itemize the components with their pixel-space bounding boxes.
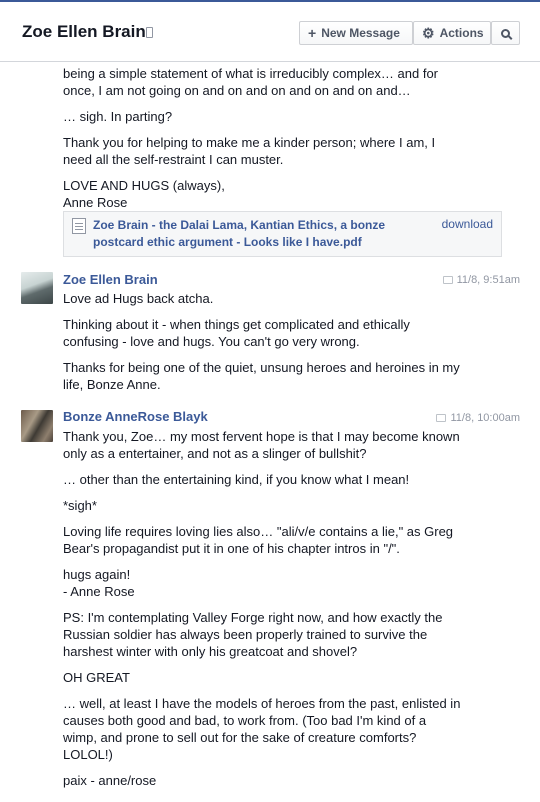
- chat-bubble-icon: [436, 414, 447, 422]
- message-line: only as a entertainer, and not as a slin…: [63, 446, 367, 461]
- message-line: LOLOL!): [63, 747, 113, 762]
- plus-icon: +: [308, 25, 317, 41]
- message-line: once, I am not going on and on and on an…: [63, 83, 411, 98]
- message-line: Thanks for being one of the quiet, unsun…: [63, 360, 460, 375]
- message-line: being a simple statement of what is irre…: [63, 66, 439, 81]
- message-line: causes both good and bad, to work from. …: [63, 713, 427, 728]
- message-line: … sigh. In parting?: [63, 109, 173, 124]
- message-body: Love ad Hugs back atcha. Thinking about …: [63, 290, 503, 393]
- message-line: … other than the entertaining kind, if y…: [63, 472, 410, 487]
- message-line: PS: I'm contemplating Valley Forge right…: [63, 610, 443, 625]
- mobile-phone-icon: [146, 27, 153, 38]
- avatar[interactable]: [21, 272, 53, 304]
- sender-name[interactable]: Bonze AnneRose Blayk: [63, 409, 208, 424]
- attachment-link[interactable]: Zoe Brain - the Dalai Lama, Kantian Ethi…: [93, 217, 403, 251]
- message-line: confusing - love and hugs. You can't go …: [63, 334, 360, 349]
- message-thread[interactable]: being a simple statement of what is irre…: [0, 63, 540, 802]
- message-line: wimp, and prone to sell out for the sake…: [63, 730, 417, 745]
- download-link[interactable]: download: [442, 217, 493, 231]
- new-message-label: New Message: [321, 26, 400, 40]
- actions-label: Actions: [439, 26, 484, 40]
- gear-icon: ⚙: [422, 25, 435, 41]
- message-line: OH GREAT: [63, 670, 130, 685]
- message-line: Loving life requires loving lies also… "…: [63, 524, 454, 539]
- message-line: Anne Rose: [63, 195, 128, 210]
- chat-bubble-icon: [442, 276, 453, 284]
- message-line: *sigh*: [63, 498, 97, 513]
- message-line: Thank you, Zoe… my most fervent hope is …: [63, 429, 460, 444]
- conversation-header: Zoe Ellen Brain + New Message ⚙ Actions: [0, 0, 540, 62]
- message-continued: being a simple statement of what is irre…: [63, 65, 503, 211]
- message-line: Thank you for helping to make me a kinde…: [63, 135, 436, 150]
- actions-button[interactable]: ⚙ Actions: [413, 21, 491, 45]
- message-body: Thank you, Zoe… my most fervent hope is …: [63, 428, 503, 789]
- message-timestamp: 11/8, 10:00am: [436, 412, 520, 424]
- document-icon: [72, 218, 86, 234]
- message-line: hugs again!: [63, 567, 131, 582]
- message-line: Russian soldier has always been properly…: [63, 627, 428, 642]
- conversation-title: Zoe Ellen Brain: [22, 22, 146, 41]
- attachment: Zoe Brain - the Dalai Lama, Kantian Ethi…: [63, 211, 502, 257]
- message-line: Bear's propagandist put it in one of his…: [63, 541, 400, 556]
- message-timestamp: 11/8, 9:51am: [442, 274, 520, 286]
- search-icon: [501, 28, 510, 38]
- avatar[interactable]: [21, 410, 53, 442]
- message-line: - Anne Rose: [63, 584, 135, 599]
- message-line: harshest winter with only his greatcoat …: [63, 644, 358, 659]
- message-line: Love ad Hugs back atcha.: [63, 291, 214, 306]
- message-line: need all the self-restraint I can muster…: [63, 152, 284, 167]
- search-button[interactable]: [491, 21, 520, 45]
- new-message-button[interactable]: + New Message: [299, 21, 413, 45]
- message-line: paix - anne/rose: [63, 773, 157, 788]
- timestamp-text: 11/8, 10:00am: [450, 412, 520, 424]
- message-line: … well, at least I have the models of he…: [63, 696, 461, 711]
- message-line: LOVE AND HUGS (always),: [63, 178, 225, 193]
- message-line: life, Bonze Anne.: [63, 377, 161, 392]
- timestamp-text: 11/8, 9:51am: [456, 274, 520, 286]
- message-line: Thinking about it - when things get comp…: [63, 317, 410, 332]
- sender-name[interactable]: Zoe Ellen Brain: [63, 272, 158, 287]
